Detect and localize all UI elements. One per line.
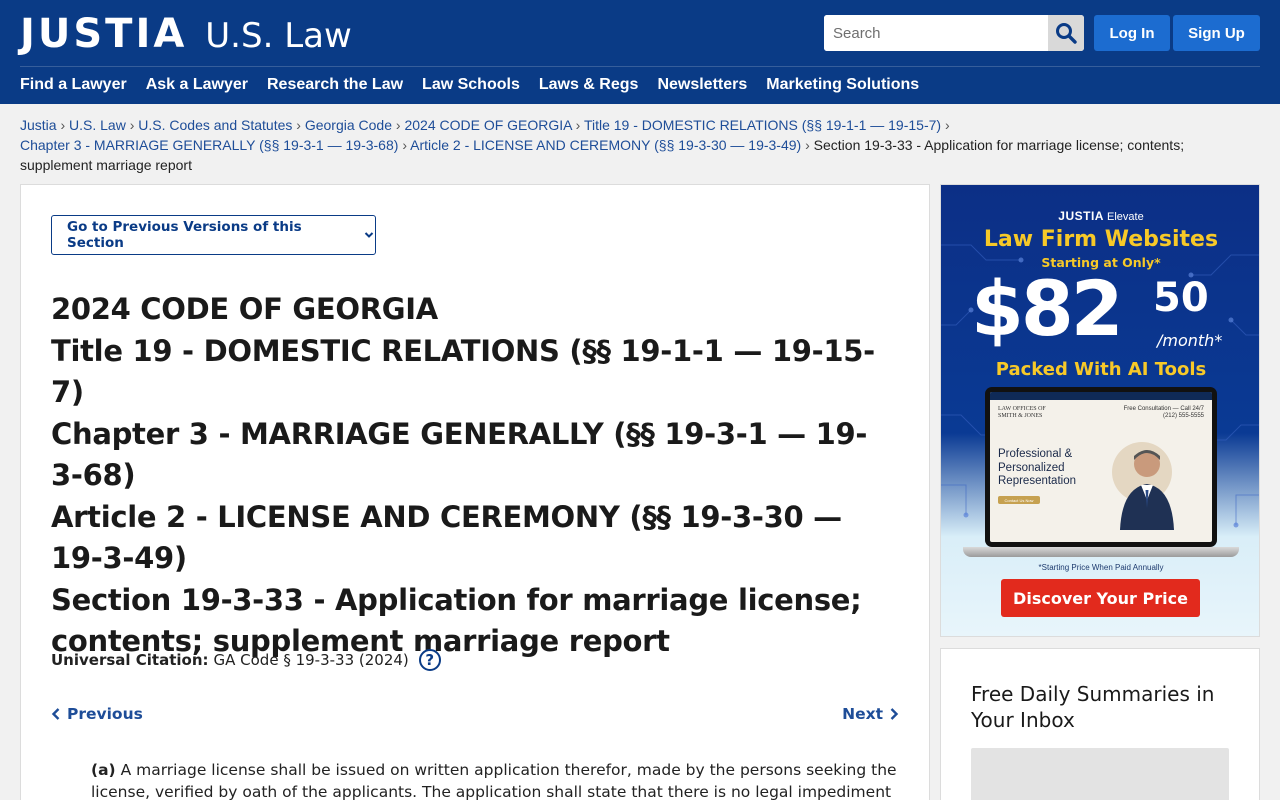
- ad-brand-sub: Elevate: [1107, 211, 1144, 223]
- next-label: Next: [842, 705, 883, 723]
- paragraph-label: (a): [91, 761, 116, 779]
- help-icon[interactable]: ?: [418, 649, 441, 671]
- lawyer-photo-icon: [1112, 442, 1174, 530]
- ad-fine-print: *Starting Price When Paid Annually: [1038, 563, 1164, 572]
- breadcrumb-separator: ›: [402, 137, 407, 153]
- nav-find-a-lawyer[interactable]: Find a Lawyer: [20, 76, 127, 94]
- ad-price-cents: 50: [1153, 275, 1209, 321]
- universal-citation: Universal Citation: GA Code § 19-3-33 (2…: [51, 649, 441, 671]
- nav-newsletters[interactable]: Newsletters: [657, 76, 747, 94]
- ad-brand: JUSTIA Elevate: [941, 209, 1259, 223]
- justia-logo[interactable]: JUSTIA U.S. Law: [20, 12, 352, 58]
- breadcrumb-separator: ›: [944, 117, 950, 133]
- ad-price: $82: [971, 264, 1124, 353]
- previous-versions-label: Go to Previous Versions of this Section: [67, 219, 302, 251]
- login-button[interactable]: Log In: [1094, 15, 1170, 51]
- header-divider: [20, 66, 1260, 67]
- nav-law-schools[interactable]: Law Schools: [422, 76, 520, 94]
- logo-wordmark: JUSTIA: [20, 11, 188, 57]
- preview-nav-bar: [990, 392, 1212, 400]
- breadcrumb-separator: ›: [805, 137, 810, 153]
- newsletter-title: Free Daily Summaries in Your Inbox: [971, 682, 1215, 732]
- preview-cta: Contact Us Now: [998, 496, 1040, 504]
- advertisement-banner[interactable]: JUSTIA Elevate Law Firm Websites Startin…: [940, 184, 1260, 637]
- heading-chapter: Chapter 3 - MARRIAGE GENERALLY (§§ 19-3-…: [51, 416, 868, 493]
- heading-code: 2024 CODE OF GEORGIA: [51, 292, 438, 326]
- discover-price-button[interactable]: Discover Your Price: [1001, 579, 1200, 617]
- heading-article: Article 2 - LICENSE AND CEREMONY (§§ 19-…: [51, 499, 842, 576]
- citation-label: Universal Citation:: [51, 651, 209, 669]
- breadcrumb-link-title-19[interactable]: Title 19 - DOMESTIC RELATIONS (§§ 19-1-1…: [584, 117, 941, 133]
- section-heading: 2024 CODE OF GEORGIA Title 19 - DOMESTIC…: [51, 289, 881, 663]
- ad-headline: Law Firm Websites: [983, 227, 1219, 252]
- paragraph-text: A marriage license shall be issued on wr…: [91, 761, 897, 800]
- nav-marketing-solutions[interactable]: Marketing Solutions: [766, 76, 919, 94]
- breadcrumb: Justia › U.S. Law › U.S. Codes and Statu…: [20, 115, 1220, 175]
- chevron-left-icon: [51, 708, 60, 720]
- breadcrumb-link-codes[interactable]: U.S. Codes and Statutes: [138, 117, 292, 133]
- breadcrumb-link-chapter-3[interactable]: Chapter 3 - MARRIAGE GENERALLY (§§ 19-3-…: [20, 137, 398, 153]
- breadcrumb-separator: ›: [296, 117, 301, 133]
- main-nav: Find a Lawyer Ask a Lawyer Research the …: [20, 76, 919, 94]
- previous-versions-dropdown[interactable]: Go to Previous Versions of this Section: [51, 215, 376, 255]
- next-link[interactable]: Next: [842, 705, 899, 723]
- signup-button[interactable]: Sign Up: [1173, 15, 1260, 51]
- ad-tagline: Packed With AI Tools: [995, 359, 1207, 380]
- nav-laws-and-regs[interactable]: Laws & Regs: [539, 76, 639, 94]
- chevron-down-icon: [363, 229, 375, 241]
- previous-label: Previous: [67, 705, 143, 723]
- website-preview: LAW OFFICES OF SMITH & JONES Free Consul…: [990, 392, 1212, 542]
- ad-price-dollars: $82: [971, 264, 1124, 353]
- newsletter-card: Free Daily Summaries in Your Inbox: [940, 648, 1260, 800]
- ad-brand-name: JUSTIA: [1058, 209, 1104, 223]
- chevron-right-icon: [890, 708, 899, 720]
- statute-text: (a) A marriage license shall be issued o…: [91, 759, 901, 800]
- main-content: Go to Previous Versions of this Section …: [20, 184, 930, 800]
- laptop-screen: LAW OFFICES OF SMITH & JONES Free Consul…: [985, 387, 1217, 547]
- preview-phone: Free Consultation — Call 24/7 (212) 555-…: [1123, 406, 1204, 419]
- breadcrumb-link-article-2[interactable]: Article 2 - LICENSE AND CEREMONY (§§ 19-…: [410, 137, 801, 153]
- newsletter-signup-box[interactable]: [971, 748, 1229, 800]
- breadcrumb-link-justia[interactable]: Justia: [20, 117, 57, 133]
- search-button[interactable]: [1048, 15, 1084, 51]
- nav-ask-a-lawyer[interactable]: Ask a Lawyer: [146, 76, 248, 94]
- nav-research-the-law[interactable]: Research the Law: [267, 76, 403, 94]
- previous-link[interactable]: Previous: [51, 705, 143, 723]
- heading-title: Title 19 - DOMESTIC RELATIONS (§§ 19-1-1…: [51, 333, 875, 410]
- breadcrumb-separator: ›: [129, 117, 135, 133]
- site-header: JUSTIA U.S. Law Log In Sign Up Find a La…: [0, 0, 1280, 104]
- search-input[interactable]: [824, 15, 1048, 51]
- logo-section: U.S. Law: [205, 16, 352, 56]
- breadcrumb-separator: ›: [60, 117, 66, 133]
- laptop-base: [963, 547, 1239, 557]
- search-icon: [1056, 23, 1077, 44]
- breadcrumb-separator: ›: [395, 117, 401, 133]
- breadcrumb-link-2024-code[interactable]: 2024 CODE OF GEORGIA: [404, 117, 571, 133]
- breadcrumb-link-georgia-code[interactable]: Georgia Code: [305, 117, 392, 133]
- preview-headline: Professional & Personalized Representati…: [998, 448, 1076, 487]
- preview-firm-name: LAW OFFICES OF SMITH & JONES: [998, 406, 1046, 419]
- ad-per-month: /month*: [1157, 331, 1223, 350]
- breadcrumb-link-us-law[interactable]: U.S. Law: [69, 117, 126, 133]
- laptop-mockup: LAW OFFICES OF SMITH & JONES Free Consul…: [963, 387, 1239, 563]
- breadcrumb-separator: ›: [575, 117, 581, 133]
- citation-value: GA Code § 19-3-33 (2024): [213, 651, 409, 669]
- search-box: [824, 15, 1084, 51]
